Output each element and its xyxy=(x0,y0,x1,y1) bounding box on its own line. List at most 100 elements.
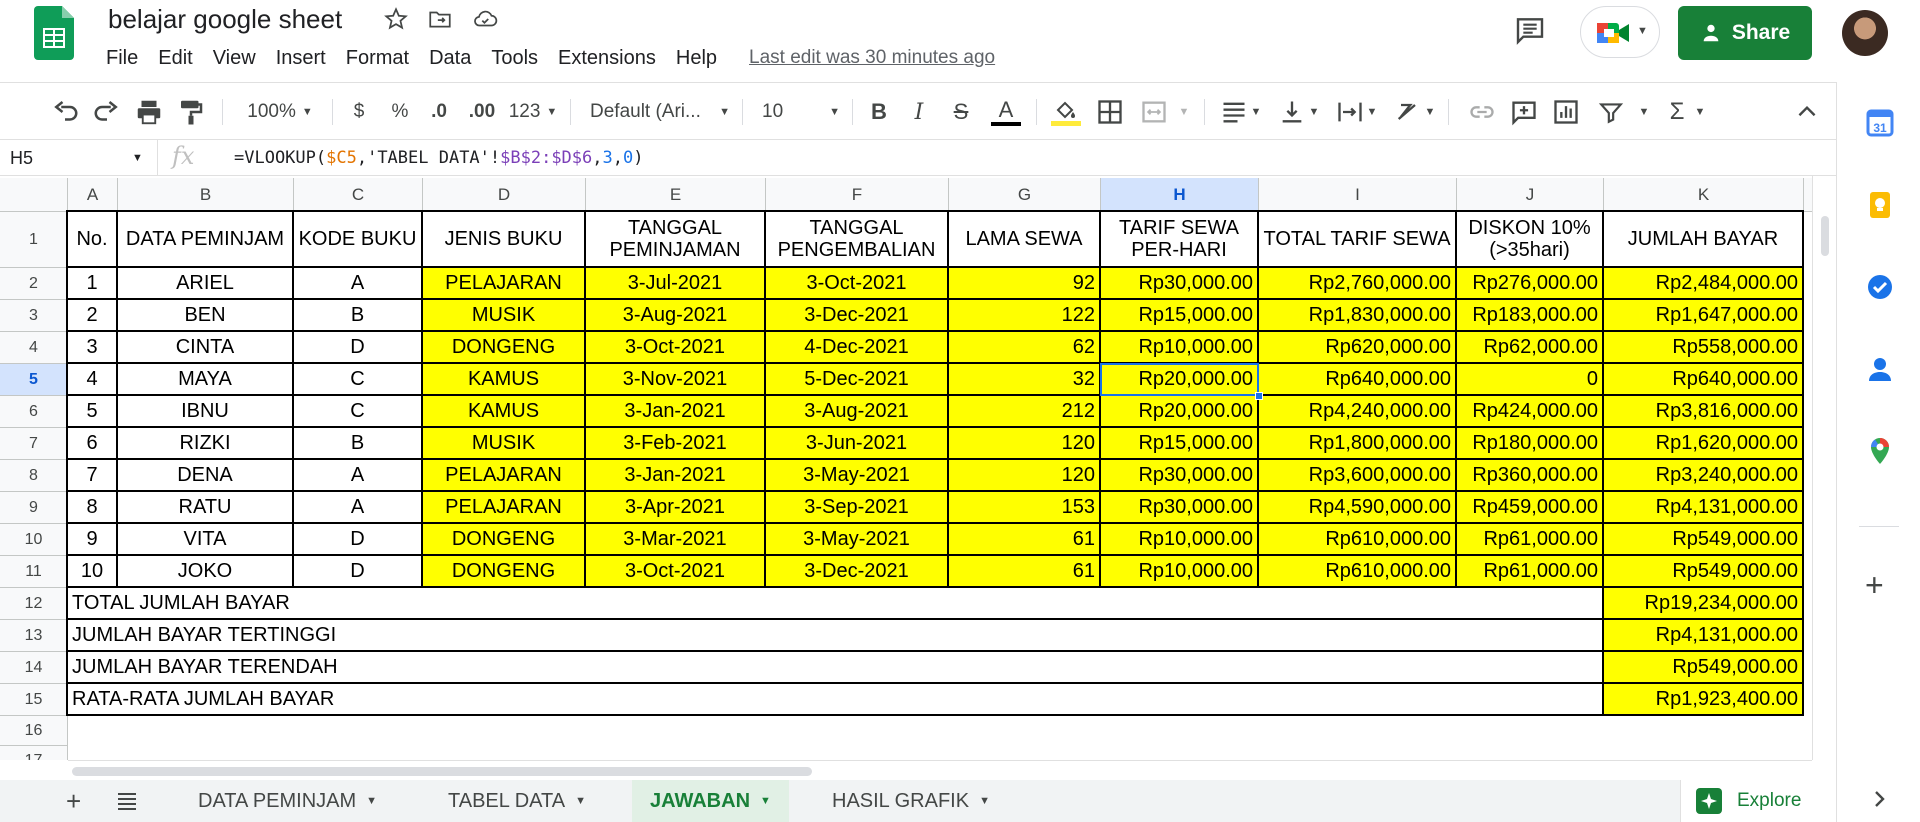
table-cell[interactable]: 3-Sep-2021 xyxy=(766,492,949,524)
table-cell[interactable]: 122 xyxy=(949,300,1101,332)
row-header-16[interactable]: 16 xyxy=(0,716,68,746)
table-cell[interactable]: DONGENG xyxy=(423,332,586,364)
menu-file[interactable]: File xyxy=(96,46,148,72)
table-cell[interactable]: 3-Feb-2021 xyxy=(586,428,766,460)
table-cell[interactable]: 10 xyxy=(68,556,118,588)
sheet-tab-hasil-grafik[interactable]: HASIL GRAFIK ▼ xyxy=(814,780,1008,822)
print-icon[interactable] xyxy=(134,97,164,127)
table-cell[interactable]: RIZKI xyxy=(118,428,294,460)
header-cell[interactable]: DATA PEMINJAM xyxy=(118,212,294,268)
table-cell[interactable]: 3-Aug-2021 xyxy=(766,396,949,428)
table-cell[interactable]: 212 xyxy=(949,396,1101,428)
account-avatar[interactable] xyxy=(1842,10,1888,56)
table-cell[interactable]: 7 xyxy=(68,460,118,492)
table-cell[interactable]: Rp3,600,000.00 xyxy=(1259,460,1457,492)
vertical-align-icon[interactable] xyxy=(1278,97,1306,127)
table-cell[interactable]: Rp620,000.00 xyxy=(1259,332,1457,364)
meet-button[interactable]: ▼ xyxy=(1580,6,1660,58)
table-cell[interactable]: 92 xyxy=(949,268,1101,300)
table-cell[interactable]: Rp549,000.00 xyxy=(1604,556,1804,588)
table-cell[interactable]: BEN xyxy=(118,300,294,332)
table-cell[interactable]: Rp30,000.00 xyxy=(1101,268,1259,300)
table-cell[interactable]: Rp3,816,000.00 xyxy=(1604,396,1804,428)
table-cell[interactable]: DONGENG xyxy=(423,524,586,556)
horizontal-scrollbar[interactable] xyxy=(68,760,1812,780)
table-cell[interactable]: KAMUS xyxy=(423,364,586,396)
table-cell[interactable]: C xyxy=(294,364,423,396)
menu-data[interactable]: Data xyxy=(419,46,481,72)
comments-icon[interactable] xyxy=(1514,14,1546,46)
maps-icon[interactable] xyxy=(1865,436,1895,466)
table-cell[interactable]: Rp459,000.00 xyxy=(1457,492,1604,524)
table-cell[interactable]: 3-Oct-2021 xyxy=(586,332,766,364)
table-cell[interactable]: 3-Dec-2021 xyxy=(766,300,949,332)
paint-format-icon[interactable] xyxy=(176,97,206,127)
move-folder-icon[interactable] xyxy=(427,6,453,32)
table-cell[interactable]: 6 xyxy=(68,428,118,460)
font-size-select[interactable]: 10 ▼ xyxy=(762,97,840,127)
row-header-5[interactable]: 5 xyxy=(0,364,68,396)
merge-cells-icon[interactable] xyxy=(1140,97,1168,127)
table-cell[interactable]: Rp1,830,000.00 xyxy=(1259,300,1457,332)
formula-input[interactable]: =VLOOKUP($C5,'TABEL DATA'!$B$2:$D$6,3,0) xyxy=(234,148,644,168)
table-cell[interactable]: 3 xyxy=(68,332,118,364)
table-cell[interactable]: Rp15,000.00 xyxy=(1101,300,1259,332)
fill-color-button[interactable] xyxy=(1050,95,1082,129)
filter-dropdown-icon[interactable]: ▼ xyxy=(1638,97,1650,127)
table-cell[interactable]: A xyxy=(294,492,423,524)
table-cell[interactable]: PELAJARAN xyxy=(423,268,586,300)
row-header-6[interactable]: 6 xyxy=(0,396,68,428)
summary-label-cell[interactable]: JUMLAH BAYAR TERENDAH xyxy=(68,652,1604,684)
column-header-k[interactable]: K xyxy=(1604,178,1804,212)
star-icon[interactable] xyxy=(383,6,409,32)
percent-format-button[interactable]: % xyxy=(388,97,412,127)
redo-icon[interactable] xyxy=(92,97,122,127)
last-edit-link[interactable]: Last edit was 30 minutes ago xyxy=(749,46,995,72)
table-cell[interactable]: VITA xyxy=(118,524,294,556)
text-rotation-dropdown-icon[interactable]: ▼ xyxy=(1424,97,1436,127)
summary-value-cell[interactable]: Rp549,000.00 xyxy=(1604,652,1804,684)
header-cell[interactable]: LAMA SEWA xyxy=(949,212,1101,268)
table-cell[interactable]: Rp183,000.00 xyxy=(1457,300,1604,332)
table-cell[interactable]: 3-Oct-2021 xyxy=(766,268,949,300)
table-cell[interactable]: 5 xyxy=(68,396,118,428)
table-cell[interactable]: Rp3,240,000.00 xyxy=(1604,460,1804,492)
row-header-12[interactable]: 12 xyxy=(0,588,68,620)
table-cell[interactable]: PELAJARAN xyxy=(423,460,586,492)
table-cell[interactable]: 8 xyxy=(68,492,118,524)
table-cell[interactable]: KAMUS xyxy=(423,396,586,428)
column-header-c[interactable]: C xyxy=(294,178,423,212)
insert-link-icon[interactable] xyxy=(1468,97,1496,127)
table-cell[interactable]: 3-May-2021 xyxy=(766,460,949,492)
header-cell[interactable]: KODE BUKU xyxy=(294,212,423,268)
header-cell[interactable]: JUMLAH BAYAR xyxy=(1604,212,1804,268)
fill-handle[interactable] xyxy=(1255,392,1263,400)
table-cell[interactable]: Rp61,000.00 xyxy=(1457,524,1604,556)
table-cell[interactable]: CINTA xyxy=(118,332,294,364)
summary-label-cell[interactable]: TOTAL JUMLAH BAYAR xyxy=(68,588,1604,620)
table-cell[interactable]: MUSIK xyxy=(423,300,586,332)
table-cell[interactable]: Rp180,000.00 xyxy=(1457,428,1604,460)
row-header-17[interactable]: 17 xyxy=(0,746,68,760)
menu-edit[interactable]: Edit xyxy=(148,46,202,72)
table-cell[interactable]: JOKO xyxy=(118,556,294,588)
row-header-13[interactable]: 13 xyxy=(0,620,68,652)
column-header-i[interactable]: I xyxy=(1259,178,1457,212)
sheet-tab-jawaban[interactable]: JAWABAN ▼ xyxy=(632,780,789,822)
horizontal-align-dropdown-icon[interactable]: ▼ xyxy=(1250,97,1262,127)
table-cell[interactable]: 3-Oct-2021 xyxy=(586,556,766,588)
table-cell[interactable]: 3-Dec-2021 xyxy=(766,556,949,588)
sheet-tab-tabel-data[interactable]: TABEL DATA ▼ xyxy=(430,780,604,822)
summary-value-cell[interactable]: Rp4,131,000.00 xyxy=(1604,620,1804,652)
table-cell[interactable]: Rp2,760,000.00 xyxy=(1259,268,1457,300)
table-cell[interactable]: Rp10,000.00 xyxy=(1101,524,1259,556)
table-cell[interactable]: DENA xyxy=(118,460,294,492)
table-cell[interactable]: 3-Mar-2021 xyxy=(586,524,766,556)
text-wrapping-dropdown-icon[interactable]: ▼ xyxy=(1366,97,1378,127)
table-cell[interactable]: IBNU xyxy=(118,396,294,428)
table-cell[interactable]: Rp2,484,000.00 xyxy=(1604,268,1804,300)
vertical-scroll-thumb[interactable] xyxy=(1821,216,1829,256)
menu-help[interactable]: Help xyxy=(666,46,727,72)
calendar-icon[interactable]: 31 xyxy=(1865,108,1895,138)
row-header-10[interactable]: 10 xyxy=(0,524,68,556)
